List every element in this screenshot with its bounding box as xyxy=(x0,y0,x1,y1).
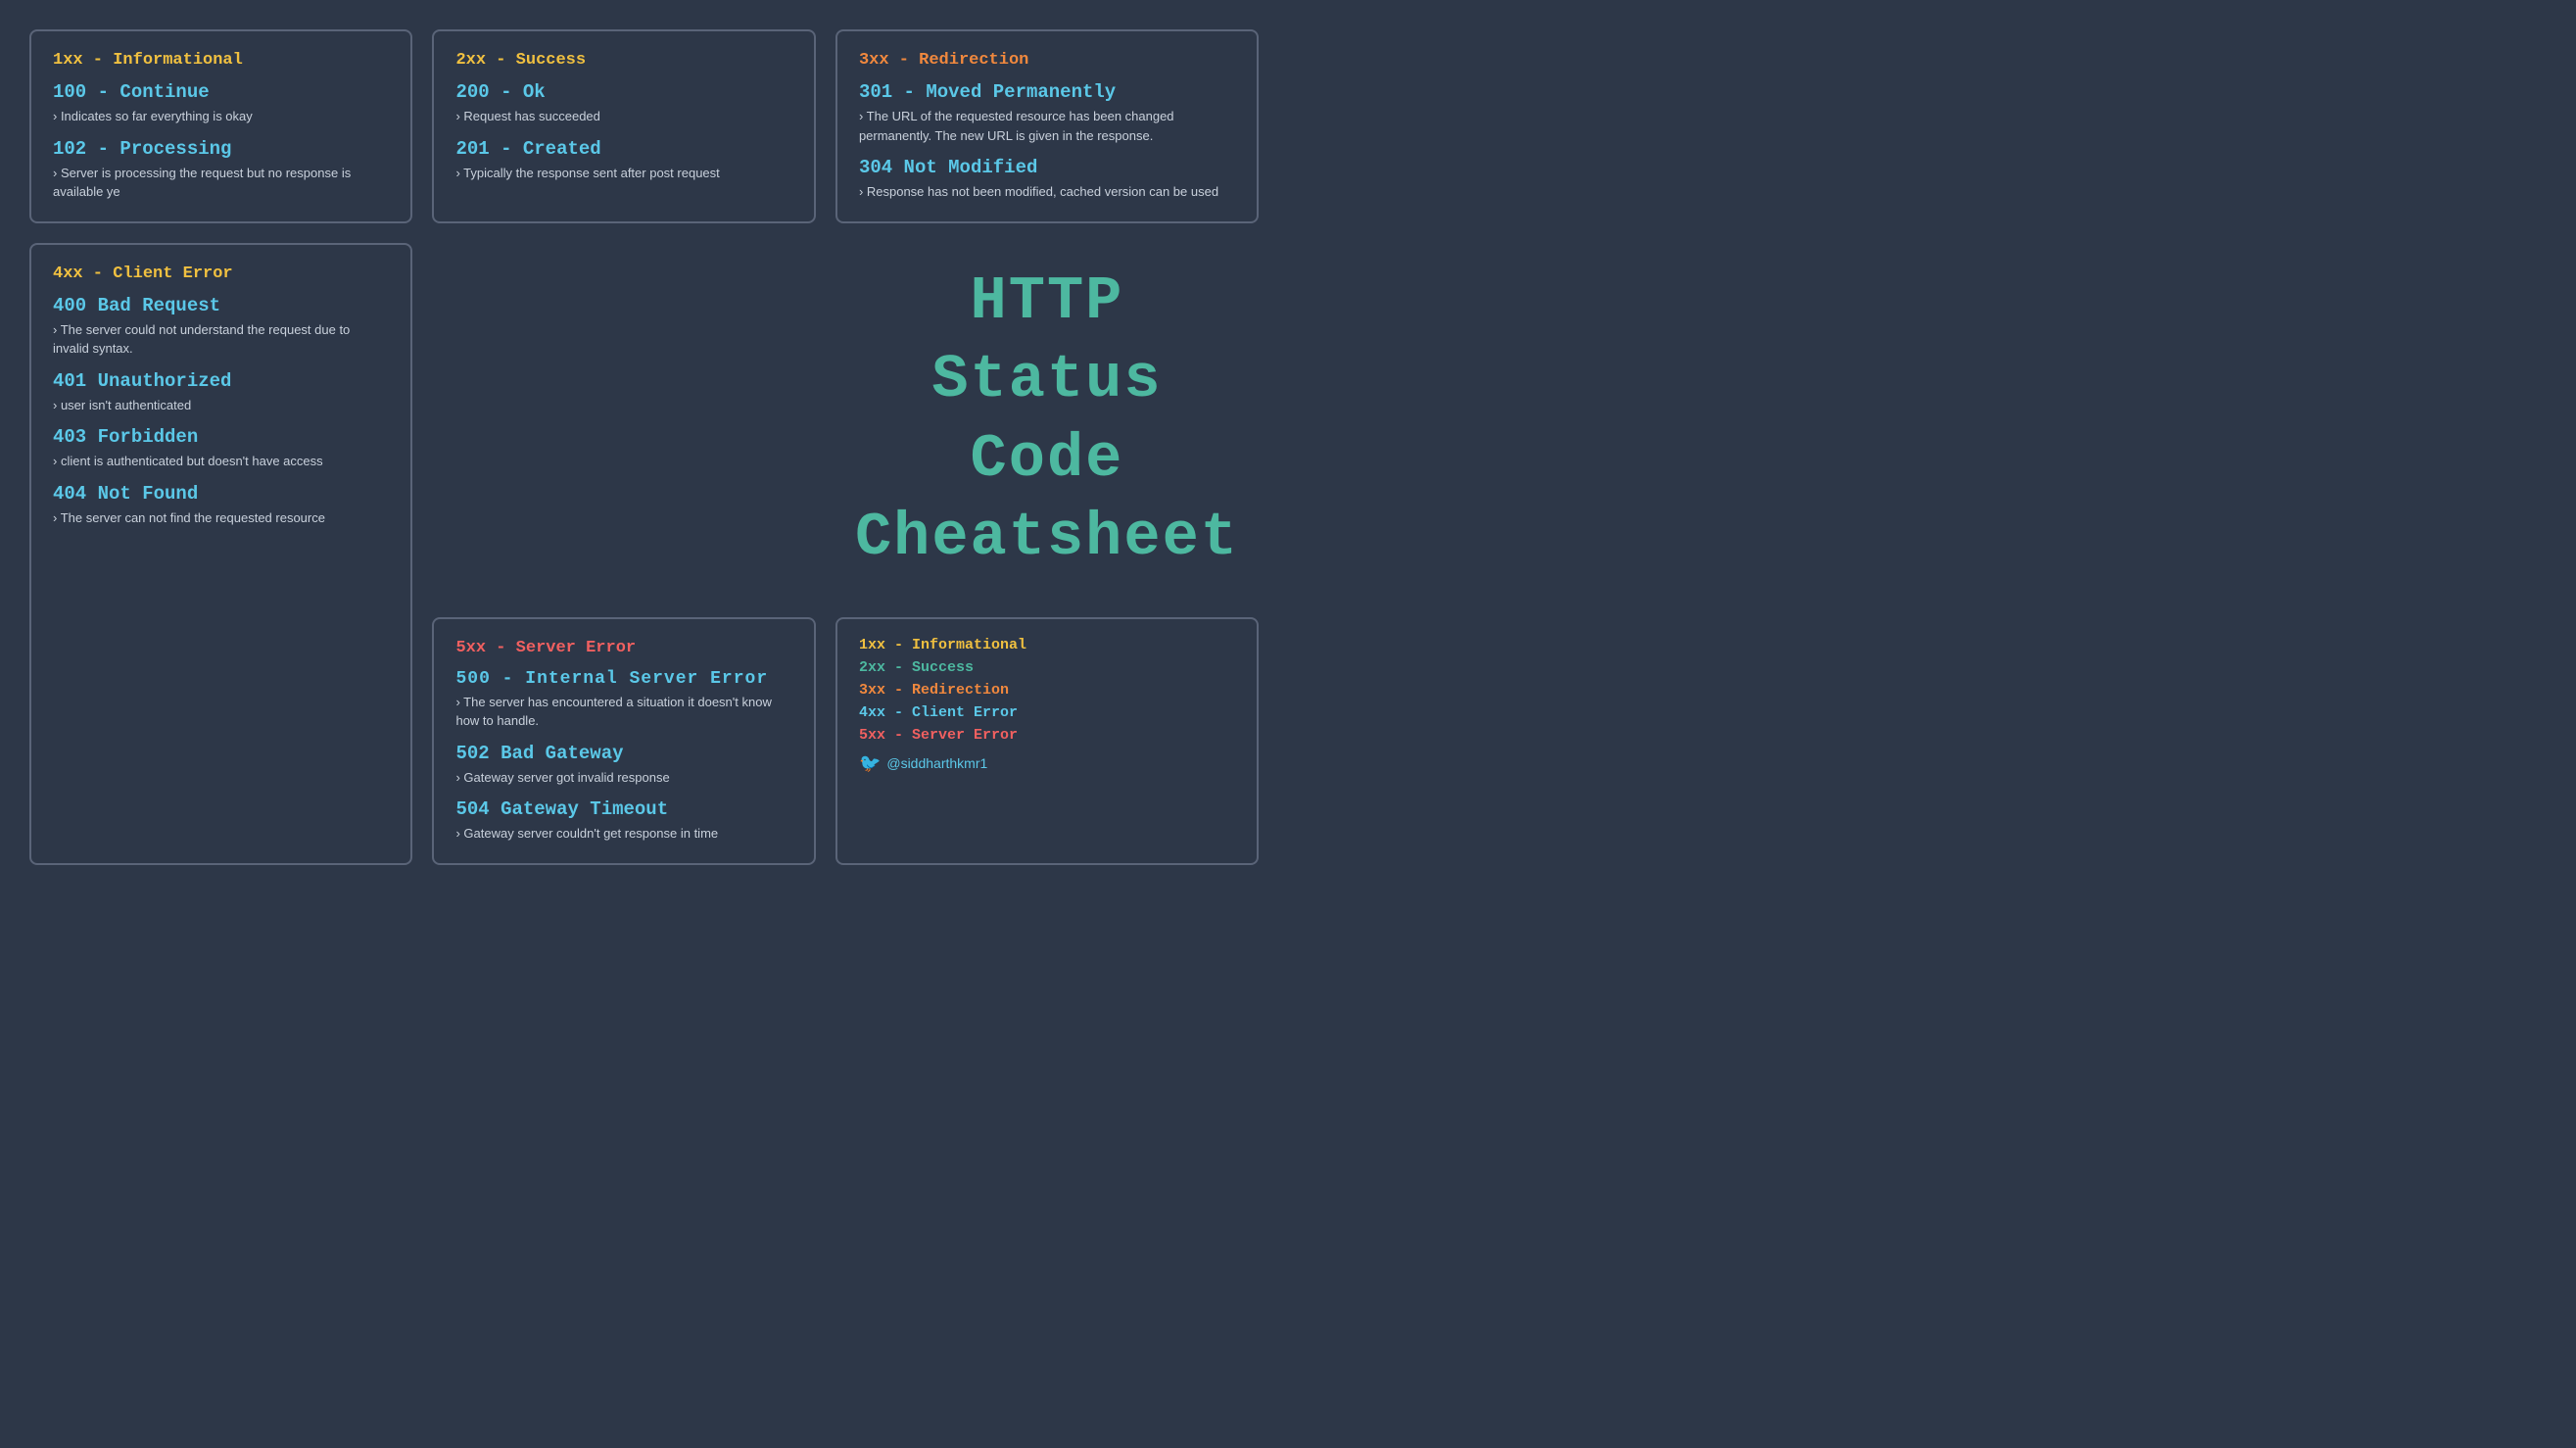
status-504-desc: › Gateway server couldn't get response i… xyxy=(455,824,791,844)
category-title-1xx: 1xx - Informational xyxy=(53,51,389,70)
status-100-code: 100 - Continue xyxy=(53,81,389,103)
card-1xx: 1xx - Informational 100 - Continue › Ind… xyxy=(29,29,412,223)
card-4xx: 4xx - Client Error 400 Bad Request › The… xyxy=(29,243,412,865)
status-100-desc: › Indicates so far everything is okay xyxy=(53,107,389,126)
status-304-code: 304 Not Modified xyxy=(859,157,1235,178)
status-201-code: 201 - Created xyxy=(455,138,791,160)
legend-5xx: 5xx - Server Error xyxy=(859,727,1235,744)
legend-1xx: 1xx - Informational xyxy=(859,637,1235,653)
status-401-code: 401 Unauthorized xyxy=(53,370,389,392)
card-3xx: 3xx - Redirection 301 - Moved Permanentl… xyxy=(835,29,1259,223)
main-title: HTTP Status Code Cheatsheet xyxy=(855,263,1239,578)
legend-3xx: 3xx - Redirection xyxy=(859,682,1235,699)
category-title-5xx: 5xx - Server Error xyxy=(455,639,791,657)
status-502-desc: › Gateway server got invalid response xyxy=(455,768,791,788)
category-title-4xx: 4xx - Client Error xyxy=(53,265,389,283)
status-504-code: 504 Gateway Timeout xyxy=(455,798,791,820)
status-200-code: 200 - Ok xyxy=(455,81,791,103)
status-403-code: 403 Forbidden xyxy=(53,426,389,448)
status-201-desc: › Typically the response sent after post… xyxy=(455,164,791,183)
status-304-desc: › Response has not been modified, cached… xyxy=(859,182,1235,202)
twitter-handle: 🐦 @siddharthkmr1 xyxy=(859,753,1235,774)
status-102-code: 102 - Processing xyxy=(53,138,389,160)
status-403-desc: › client is authenticated but doesn't ha… xyxy=(53,452,389,471)
status-400-code: 400 Bad Request xyxy=(53,295,389,316)
status-502-code: 502 Bad Gateway xyxy=(455,743,791,764)
status-200-desc: › Request has succeeded xyxy=(455,107,791,126)
status-102-desc: › Server is processing the request but n… xyxy=(53,164,389,202)
card-5xx: 5xx - Server Error 500 - Internal Server… xyxy=(432,617,815,865)
status-401-desc: › user isn't authenticated xyxy=(53,396,389,415)
status-404-desc: › The server can not find the requested … xyxy=(53,508,389,528)
title-area: HTTP Status Code Cheatsheet xyxy=(835,243,1259,598)
card-2xx: 2xx - Success 200 - Ok › Request has suc… xyxy=(432,29,815,223)
status-500-code: 500 - Internal Server Error xyxy=(455,669,791,689)
status-500-desc: › The server has encountered a situation… xyxy=(455,693,791,731)
status-404-code: 404 Not Found xyxy=(53,483,389,505)
category-title-2xx: 2xx - Success xyxy=(455,51,791,70)
legend-card: 1xx - Informational 2xx - Success 3xx - … xyxy=(835,617,1259,865)
status-301-code: 301 - Moved Permanently xyxy=(859,81,1235,103)
legend-4xx: 4xx - Client Error xyxy=(859,704,1235,721)
empty-cell xyxy=(432,243,815,598)
legend-2xx: 2xx - Success xyxy=(859,659,1235,676)
status-301-desc: › The URL of the requested resource has … xyxy=(859,107,1235,145)
twitter-username: @siddharthkmr1 xyxy=(886,755,987,771)
status-400-desc: › The server could not understand the re… xyxy=(53,320,389,359)
category-title-3xx: 3xx - Redirection xyxy=(859,51,1235,70)
twitter-icon: 🐦 xyxy=(859,753,881,774)
